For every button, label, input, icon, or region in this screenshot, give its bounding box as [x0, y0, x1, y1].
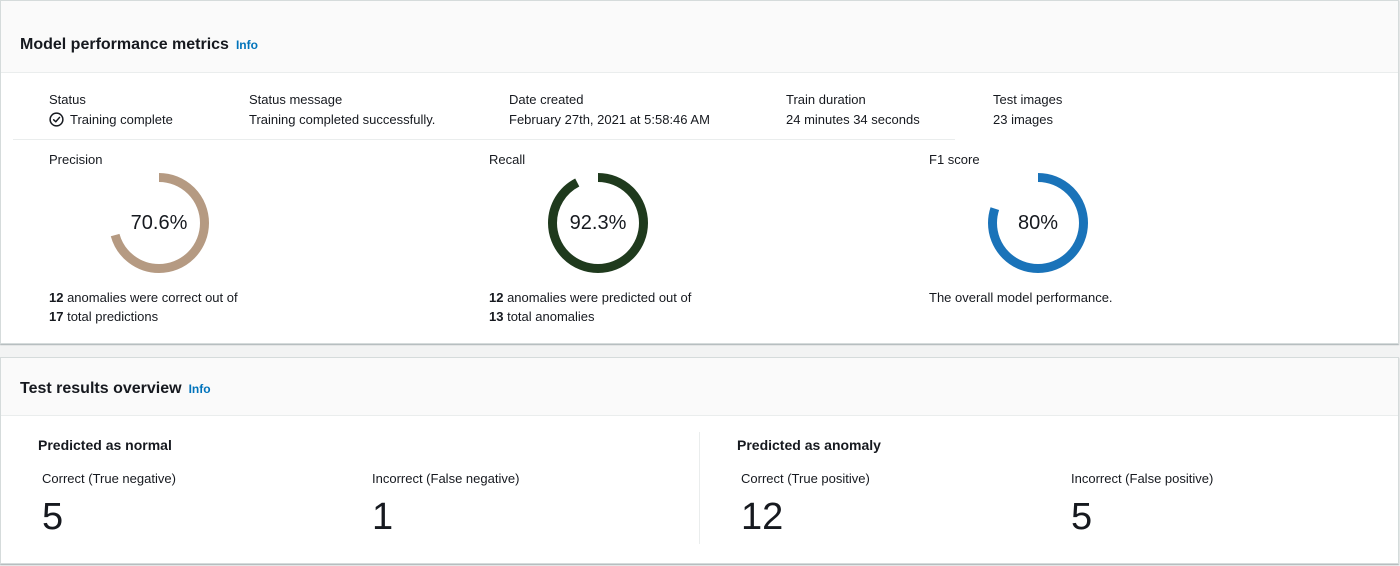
true-positive-value: 12 — [741, 496, 784, 538]
false-positive-value: 5 — [1071, 496, 1093, 538]
status-label: Status — [49, 92, 86, 107]
precision-label: Precision — [49, 152, 103, 167]
recall-predicted-count: 12 — [489, 290, 504, 305]
status-message-value: Training completed successfully. — [249, 112, 436, 127]
recall-value: 92.3% — [569, 211, 627, 234]
group-divider — [699, 432, 700, 544]
f1-score-ring: 80% — [988, 173, 1088, 273]
status-value: Training complete — [49, 112, 173, 127]
precision-ring: 70.6% — [109, 173, 209, 273]
true-negative-label: Correct (True negative) — [42, 471, 176, 486]
false-negative-label: Incorrect (False negative) — [372, 471, 520, 486]
info-link[interactable]: Info — [189, 382, 211, 396]
test-images-label: Test images — [993, 92, 1063, 107]
panel-title-text: Test results overview — [20, 380, 182, 397]
precision-text-a: anomalies were correct out of — [63, 290, 238, 305]
precision-correct-count: 12 — [49, 290, 64, 305]
true-positive-label: Correct (True positive) — [741, 471, 870, 486]
check-circle-icon — [49, 112, 64, 127]
predicted-anomaly-title: Predicted as anomaly — [737, 437, 881, 453]
summary-divider — [13, 139, 955, 140]
f1-score-description: The overall model performance. — [929, 290, 1113, 305]
train-duration-value: 24 minutes 34 seconds — [786, 112, 920, 127]
date-created-label: Date created — [509, 92, 584, 107]
panel-title-text: Model performance metrics — [20, 36, 229, 53]
recall-ring: 92.3% — [548, 173, 648, 273]
status-message-label: Status message — [249, 92, 343, 107]
train-duration-label: Train duration — [786, 92, 866, 107]
predicted-normal-title: Predicted as normal — [38, 437, 172, 453]
model-performance-panel: Model performance metrics Info Status Tra… — [0, 0, 1399, 344]
false-positive-label: Incorrect (False positive) — [1071, 471, 1214, 486]
recall-description: 12 anomalies were predicted out of 13 to… — [489, 288, 691, 326]
true-negative-value: 5 — [42, 496, 64, 538]
false-negative-value: 1 — [372, 496, 394, 538]
f1-score-value: 80% — [1017, 211, 1059, 234]
panel-header: Test results overview Info — [1, 358, 1398, 416]
date-created-value: February 27th, 2021 at 5:58:46 AM — [509, 112, 710, 127]
test-results-panel: Test results overview Info Predicted as n… — [0, 357, 1399, 564]
precision-text-b: total predictions — [63, 309, 159, 324]
precision-description: 12 anomalies were correct out of 17 tota… — [49, 288, 238, 326]
precision-value: 70.6% — [130, 211, 188, 234]
status-text: Training complete — [70, 112, 173, 127]
info-link[interactable]: Info — [236, 38, 258, 52]
f1-score-label: F1 score — [929, 152, 980, 167]
recall-total-count: 13 — [489, 309, 504, 324]
recall-text-b: total anomalies — [503, 309, 595, 324]
panel-title: Model performance metrics Info — [20, 36, 258, 54]
recall-text-a: anomalies were predicted out of — [503, 290, 692, 305]
panel-header: Model performance metrics Info — [1, 1, 1398, 73]
test-images-value: 23 images — [993, 112, 1053, 127]
panel-title: Test results overview Info — [20, 380, 211, 398]
recall-label: Recall — [489, 152, 526, 167]
precision-total-count: 17 — [49, 309, 64, 324]
